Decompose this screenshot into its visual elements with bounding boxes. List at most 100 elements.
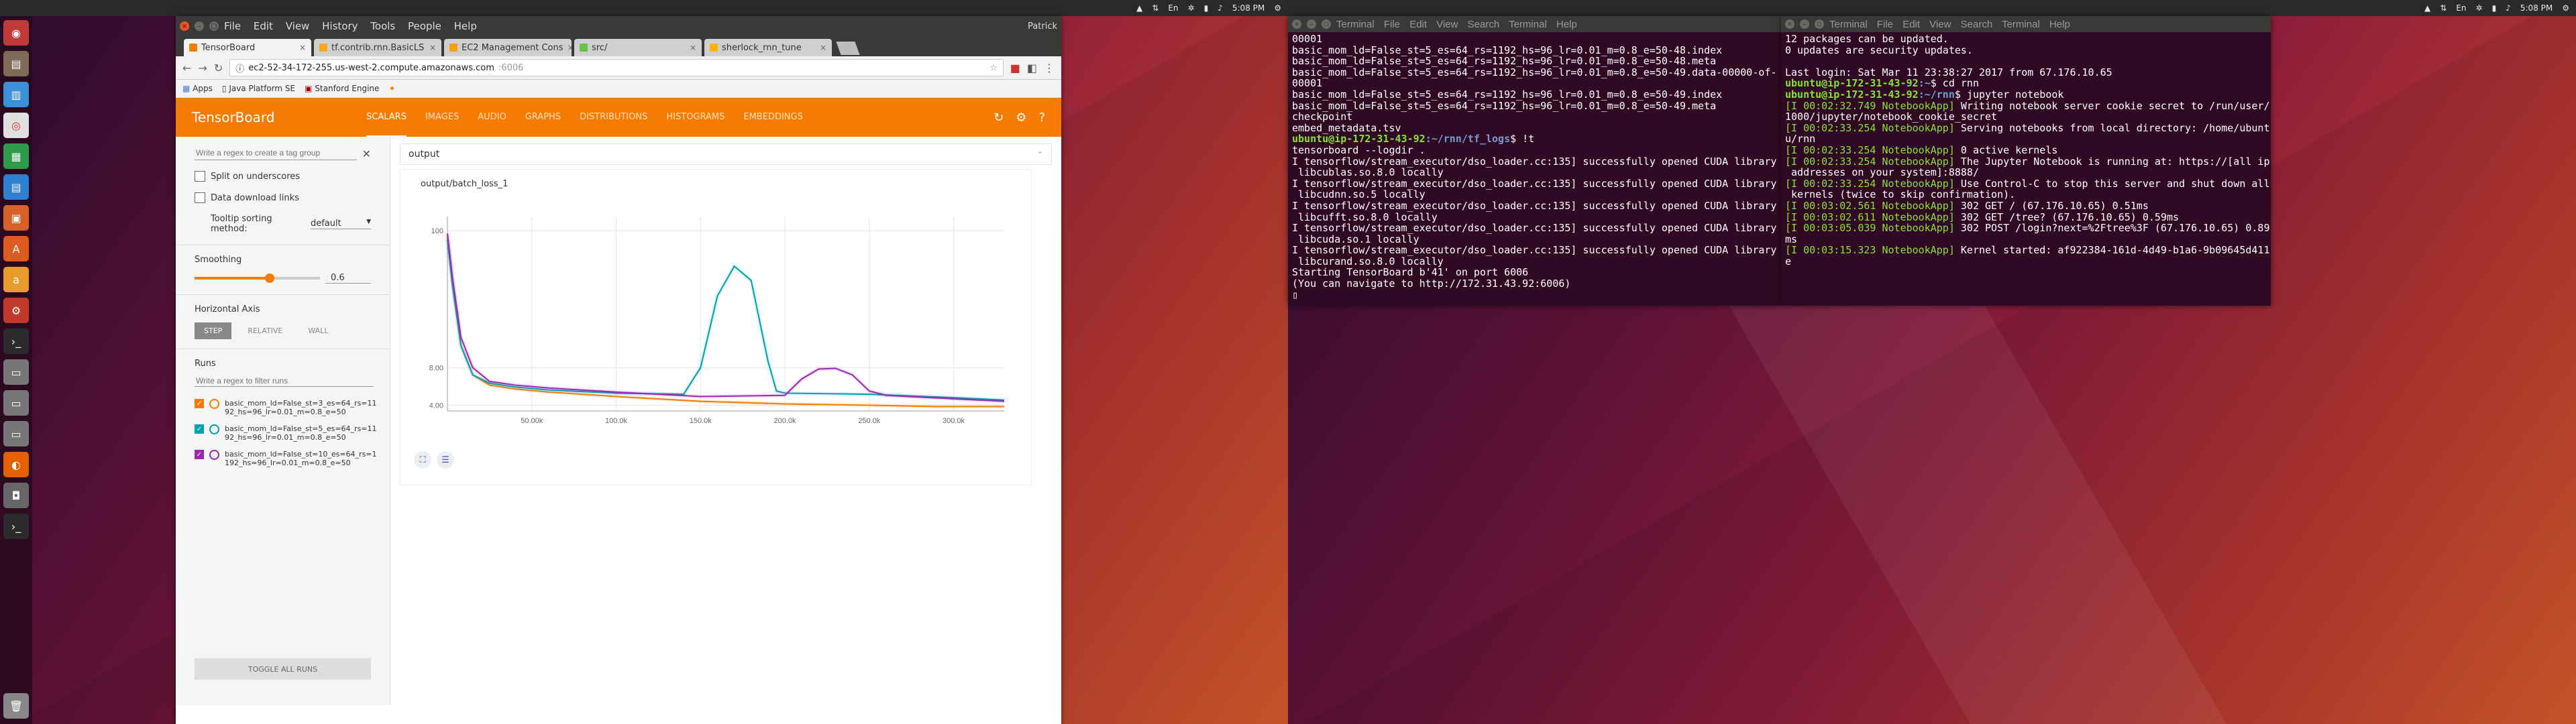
browser-tab[interactable]: sherlock_rnn_tune × (704, 39, 832, 56)
address-bar[interactable]: ⓘ ec2-52-34-172-255.us-west-2.compute.am… (229, 59, 1004, 76)
menu-item[interactable]: View (1436, 19, 1458, 30)
chevron-up-icon[interactable]: ⌃ (1037, 150, 1043, 159)
tag-regex-input[interactable] (195, 147, 357, 160)
smoothing-value-input[interactable]: 0.6 (325, 273, 371, 284)
menu-icon[interactable]: ⋮ (1044, 62, 1055, 74)
forward-icon[interactable]: → (198, 62, 207, 74)
toggle-all-runs-button[interactable]: TOGGLE ALL RUNS (195, 658, 371, 680)
browser-tab[interactable]: src/ × (574, 39, 702, 56)
tray-indicator[interactable]: En (2456, 3, 2466, 13)
bookmark-item[interactable]: ▯ Java Platform SE (222, 84, 295, 93)
clock[interactable]: 5:08 PM (2520, 3, 2553, 13)
clock[interactable]: 5:08 PM (1232, 3, 1265, 13)
tab-histograms[interactable]: HISTOGRAMS (666, 99, 724, 137)
menu-item[interactable]: Tools (370, 20, 395, 32)
tray-indicator[interactable]: ▮ (2492, 3, 2497, 13)
slider-handle[interactable] (265, 274, 275, 283)
info-icon[interactable]: ⓘ (235, 62, 244, 74)
split-underscores-checkbox[interactable] (195, 171, 205, 182)
bookmark-item[interactable]: ✦ (388, 84, 395, 93)
run-item[interactable]: ✓ basic_mom_ld=False_st=5_es=64_rs=11 92_… (195, 424, 377, 442)
smoothing-slider[interactable] (195, 274, 320, 283)
terminal-icon[interactable]: ›_ (3, 328, 29, 354)
run-item[interactable]: ✓ basic_mom_ld=False_st=3_es=64_rs=11 92_… (195, 399, 377, 416)
tray-indicator[interactable]: En (1168, 3, 1178, 13)
menu-item[interactable]: View (1929, 19, 1951, 30)
tray-indicator[interactable]: ⇅ (1152, 3, 1159, 13)
expand-icon[interactable]: ⛶ (414, 451, 431, 469)
extension-icon[interactable]: ◧ (1027, 62, 1037, 74)
dash-icon[interactable]: ◉ (3, 20, 29, 46)
runs-filter-input[interactable] (195, 375, 374, 387)
axis-option-relative[interactable]: RELATIVE (238, 322, 292, 339)
tray-indicator[interactable]: ✲ (2476, 3, 2483, 13)
menu-item[interactable]: Help (2049, 19, 2070, 30)
gear-icon[interactable]: ⚙ (1274, 3, 1281, 13)
maximize-icon[interactable]: □ (1322, 19, 1331, 29)
profile-name[interactable]: Patrick (1028, 21, 1057, 32)
bookmark-item[interactable]: ▣ Stanford Engine (305, 84, 379, 93)
browser-tab[interactable]: TensorBoard × (184, 39, 311, 56)
terminal-output[interactable]: 00001 basic_mom_ld=False_st=5_es=64_rs=11… (1288, 32, 1781, 303)
minimize-icon[interactable]: – (1307, 19, 1316, 29)
help-icon[interactable]: ? (1038, 111, 1045, 125)
close-icon[interactable]: × (1292, 19, 1301, 29)
tab-graphs[interactable]: GRAPHS (525, 99, 561, 137)
menu-item[interactable]: Help (454, 20, 477, 32)
run-checkbox[interactable]: ✓ (195, 399, 204, 408)
menu-item[interactable]: Terminal (1336, 19, 1375, 30)
menu-item[interactable]: Edit (1409, 19, 1427, 30)
menu-item[interactable]: Terminal (1829, 19, 1868, 30)
browser-tab[interactable]: tf.contrib.rnn.BasicLS × (314, 39, 441, 56)
document-icon[interactable]: ▥ (3, 82, 29, 107)
download-links-checkbox[interactable] (195, 192, 205, 203)
menu-item[interactable]: Terminal (1509, 19, 1547, 30)
menu-item[interactable]: File (1384, 19, 1400, 30)
menu-item[interactable]: Help (1556, 19, 1577, 30)
spreadsheet-icon[interactable]: ▦ (3, 143, 29, 169)
menu-item[interactable]: Edit (254, 20, 273, 32)
presentation-icon[interactable]: ▣ (3, 205, 29, 231)
menu-item[interactable]: File (1877, 19, 1893, 30)
tab-distributions[interactable]: DISTRIBUTIONS (580, 99, 647, 137)
terminal-output[interactable]: 12 packages can be updated. 0 updates are… (1781, 32, 2271, 303)
menu-item[interactable]: File (224, 20, 241, 32)
close-icon[interactable]: × (180, 21, 189, 31)
files-icon[interactable]: ▤ (3, 51, 29, 76)
run-color-icon[interactable] (209, 450, 219, 460)
tray-indicator[interactable]: ♪ (2506, 3, 2511, 13)
terminal-icon[interactable]: ›_ (3, 514, 29, 539)
minimize-icon[interactable]: – (195, 21, 204, 31)
menu-item[interactable]: Search (1468, 19, 1500, 30)
tooltip-sort-select[interactable]: default ▼ (310, 219, 371, 229)
tag-group-header[interactable]: output ⌃ (400, 143, 1052, 165)
close-icon[interactable]: × (429, 43, 436, 52)
maximize-icon[interactable]: □ (1815, 19, 1824, 29)
data-toggle-icon[interactable]: ☰ (437, 451, 454, 469)
tray-indicator[interactable]: ▲ (2424, 3, 2430, 13)
chrome-icon[interactable]: ◎ (3, 113, 29, 138)
back-icon[interactable]: ← (182, 62, 191, 74)
close-icon[interactable]: × (299, 43, 306, 52)
reload-icon[interactable]: ↻ (214, 62, 223, 74)
new-tab-button[interactable] (836, 42, 860, 55)
axis-option-step[interactable]: STEP (195, 322, 232, 339)
tray-indicator[interactable]: ✲ (1188, 3, 1195, 13)
tray-indicator[interactable]: ▲ (1136, 3, 1142, 13)
minimize-icon[interactable]: – (1800, 19, 1809, 29)
tab-audio[interactable]: AUDIO (478, 99, 506, 137)
drive-icon[interactable]: ▭ (3, 359, 29, 385)
close-icon[interactable]: × (568, 43, 572, 52)
close-icon[interactable]: ✕ (362, 147, 371, 160)
software-center-icon[interactable]: A (3, 236, 29, 261)
camera-icon[interactable]: ◘ (3, 483, 29, 508)
run-checkbox[interactable]: ✓ (195, 450, 204, 459)
menu-item[interactable]: People (408, 20, 441, 32)
loss-chart[interactable]: 50.00k 100.0k 150.0k 200.0k 250.0k 300.0k 4.00… (400, 190, 1031, 458)
maximize-icon[interactable]: □ (209, 21, 219, 31)
document-icon[interactable]: ▤ (3, 174, 29, 200)
settings-icon[interactable]: ⚙ (3, 298, 29, 323)
menu-item[interactable]: Search (1961, 19, 1993, 30)
close-icon[interactable]: × (1785, 19, 1794, 29)
bookmark-apps[interactable]: ▦ Apps (182, 84, 213, 93)
